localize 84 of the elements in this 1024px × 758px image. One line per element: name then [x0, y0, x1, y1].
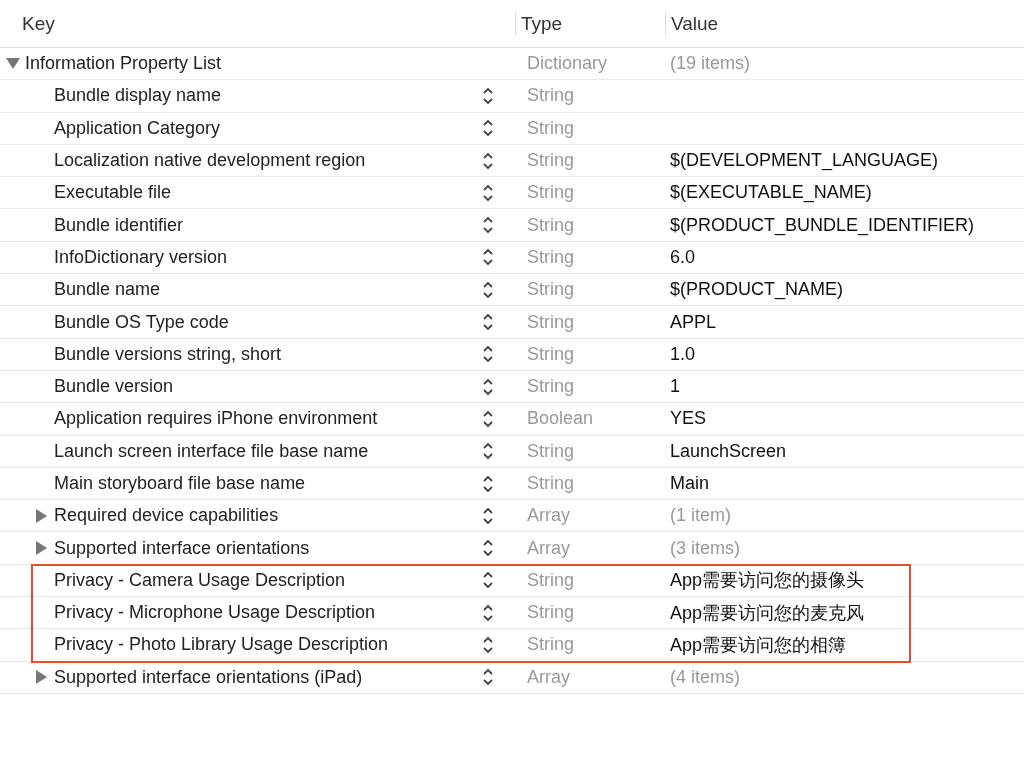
type-text: String [526, 85, 576, 107]
key-text: Supported interface orientations (iPad) [54, 666, 363, 688]
value-text: (1 item) [670, 505, 731, 526]
type-text: String [526, 376, 576, 398]
value-text: 1.0 [670, 343, 696, 364]
key-text: Launch screen interface file base name [54, 440, 369, 462]
stepper-icon[interactable] [482, 570, 494, 591]
stepper-icon[interactable] [482, 182, 494, 203]
stepper-icon[interactable] [482, 441, 494, 462]
key-text: Required device capabilities [54, 505, 279, 527]
stepper-icon[interactable] [482, 215, 494, 236]
type-text: String [526, 440, 576, 462]
type-text: String [526, 246, 576, 268]
value-text: $(PRODUCT_BUNDLE_IDENTIFIER) [670, 214, 975, 235]
key-text: Privacy - Microphone Usage Description [54, 602, 376, 624]
key-text: Privacy - Camera Usage Description [54, 569, 346, 591]
value-text: $(EXECUTABLE_NAME) [670, 182, 872, 203]
key-text: Bundle version [54, 376, 174, 398]
value-text: LaunchScreen [670, 440, 787, 461]
stepper-icon[interactable] [482, 279, 494, 300]
stepper-icon[interactable] [482, 344, 494, 365]
stepper-icon[interactable] [482, 505, 494, 526]
column-header[interactable]: Key [0, 0, 515, 47]
value-text: App需要访问您的摄像头 [670, 570, 865, 591]
type-text: Array [526, 505, 571, 527]
type-text: String [526, 602, 576, 624]
stepper-icon[interactable] [482, 118, 494, 139]
stepper-icon[interactable] [482, 376, 494, 397]
stepper-icon[interactable] [482, 247, 494, 268]
key-text: InfoDictionary version [54, 246, 228, 268]
stepper-icon[interactable] [482, 667, 494, 688]
value-text: App需要访问您的麦克风 [670, 602, 865, 623]
disclosure-triangle-icon[interactable] [36, 541, 47, 556]
type-text: Array [526, 537, 571, 559]
stepper-icon[interactable] [482, 635, 494, 655]
disclosure-triangle-icon[interactable] [36, 670, 47, 685]
value-text: $(PRODUCT_NAME) [670, 279, 843, 300]
disclosure-triangle-icon[interactable] [6, 58, 20, 70]
type-text: String [526, 214, 576, 236]
column-header[interactable]: Type [515, 12, 665, 35]
value-text: Main [670, 473, 709, 493]
type-text: Dictionary [526, 53, 609, 75]
stepper-icon[interactable] [482, 408, 494, 429]
key-text: Supported interface orientations [54, 537, 310, 559]
key-text: Bundle name [54, 279, 161, 301]
type-text: String [526, 150, 576, 172]
value-text: APPL [670, 311, 717, 332]
type-text: String [526, 182, 576, 204]
type-text: String [526, 117, 576, 139]
key-text: Bundle identifier [54, 214, 184, 236]
value-text: (19 items) [669, 53, 751, 75]
type-text: String [526, 634, 576, 656]
value-text: 1 [670, 376, 680, 397]
type-text: String [526, 311, 576, 333]
type-text: String [526, 343, 576, 365]
key-text: Main storyboard file base name [54, 473, 306, 494]
type-text: String [526, 569, 576, 591]
value-text: (4 items) [670, 666, 740, 687]
key-text: Privacy - Photo Library Usage Description [54, 634, 389, 656]
key-text: Application requires iPhone environment [54, 408, 378, 430]
stepper-icon[interactable] [482, 538, 494, 559]
key-text: Bundle display name [54, 85, 222, 107]
key-text: Bundle versions string, short [54, 343, 282, 365]
key-text: Executable file [54, 182, 172, 204]
type-text: Boolean [526, 408, 595, 430]
key-text: Information Property List [25, 53, 222, 75]
key-text: Bundle OS Type code [54, 311, 229, 333]
stepper-icon[interactable] [482, 85, 494, 106]
value-text: $(DEVELOPMENT_LANGUAGE) [670, 150, 939, 171]
type-text: String [526, 473, 576, 494]
value-text: App需要访问您的相簿 [670, 635, 847, 655]
key-text: Application Category [54, 117, 221, 139]
stepper-icon[interactable] [482, 602, 494, 623]
stepper-icon[interactable] [482, 473, 494, 494]
value-text: 6.0 [670, 246, 696, 267]
stepper-icon[interactable] [482, 150, 494, 171]
column-header[interactable]: Value [665, 12, 1024, 35]
value-text: (3 items) [670, 537, 740, 558]
stepper-icon[interactable] [482, 312, 494, 332]
disclosure-triangle-icon[interactable] [36, 508, 47, 523]
key-text: Localization native development region [54, 150, 366, 172]
value-text: YES [670, 408, 707, 429]
type-text: String [526, 279, 576, 301]
type-text: Array [526, 666, 571, 688]
